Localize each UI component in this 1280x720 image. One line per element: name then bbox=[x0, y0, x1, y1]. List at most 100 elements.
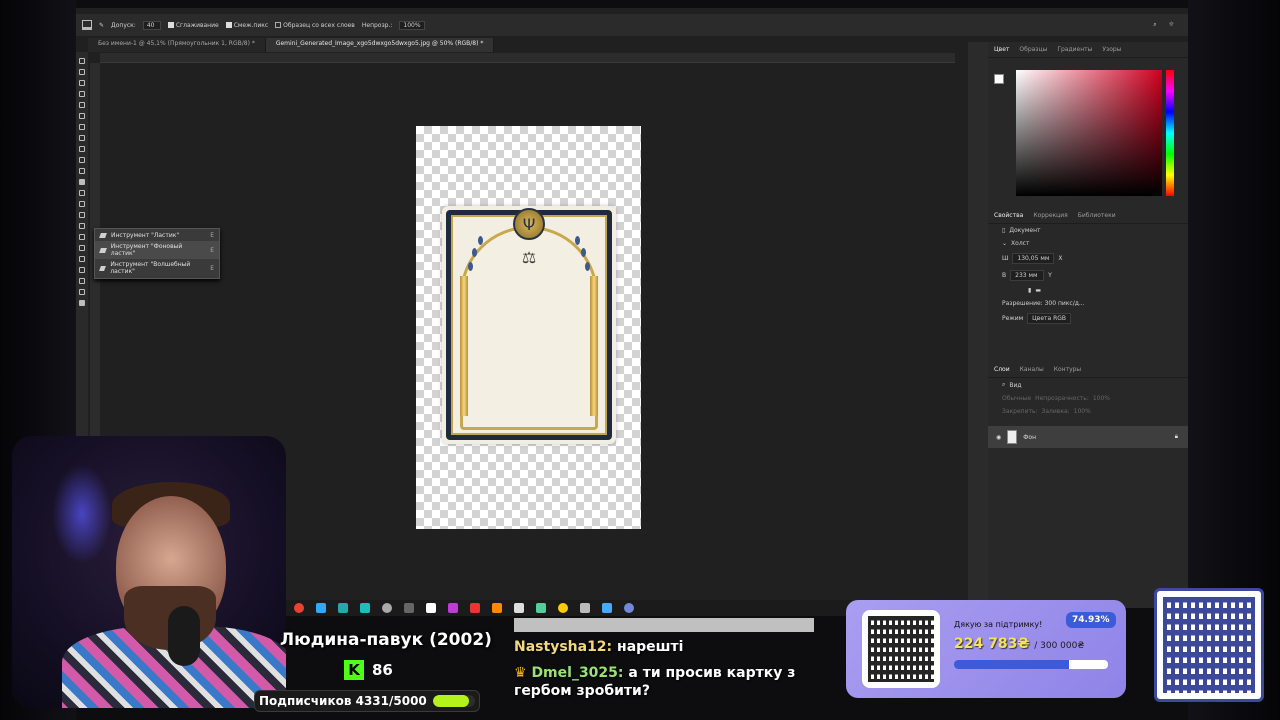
opacity-input[interactable]: 100% bbox=[399, 20, 425, 30]
zoom-tool-icon[interactable] bbox=[79, 278, 85, 284]
antialias-checkbox[interactable]: Сглаживание bbox=[167, 22, 219, 29]
landscape-icon[interactable]: ▬ bbox=[1035, 287, 1041, 294]
layer-row-background[interactable]: ◉ Фон 🔒︎ bbox=[988, 426, 1188, 448]
laurel-leaf bbox=[575, 236, 580, 245]
menu-item-background-eraser[interactable]: Инструмент "Фоновый ластик" E bbox=[95, 241, 219, 259]
laurel-leaf bbox=[585, 262, 590, 271]
app-icon[interactable] bbox=[448, 603, 458, 613]
home-icon[interactable] bbox=[82, 20, 92, 30]
brush-tool-icon[interactable] bbox=[79, 146, 85, 152]
history-brush-tool-icon[interactable] bbox=[79, 168, 85, 174]
app-icon[interactable] bbox=[536, 603, 546, 613]
subscriber-progress-fill bbox=[432, 695, 470, 707]
app-icon[interactable] bbox=[492, 603, 502, 613]
chat-text: нарешті bbox=[617, 639, 684, 655]
type-tool-icon[interactable] bbox=[79, 234, 85, 240]
discord-icon[interactable] bbox=[624, 603, 634, 613]
canvas-section[interactable]: ⌄ Холст bbox=[988, 237, 1188, 250]
certificate-image: Ψ ⚖ bbox=[442, 206, 616, 444]
edit-toolbar-icon[interactable] bbox=[79, 289, 85, 295]
tab-layers[interactable]: Слои bbox=[994, 366, 1010, 373]
tolerance-label: Допуск: bbox=[111, 21, 136, 29]
tab-libraries[interactable]: Библиотеки bbox=[1078, 212, 1116, 219]
chat-cutoff-message bbox=[514, 618, 814, 632]
photoshop-icon[interactable] bbox=[316, 603, 326, 613]
laurel-leaf bbox=[468, 262, 473, 271]
eraser-tool-icon[interactable]: ✎ bbox=[99, 22, 104, 29]
eye-icon[interactable]: ◉ bbox=[996, 434, 1001, 441]
portrait-icon[interactable]: ▮ bbox=[1028, 287, 1031, 294]
crop-tool-icon[interactable] bbox=[79, 102, 85, 108]
width-field[interactable]: 130,05 мм bbox=[1012, 253, 1055, 264]
eyedropper-tool-icon[interactable] bbox=[79, 124, 85, 130]
tolerance-input[interactable]: 40 bbox=[142, 20, 161, 30]
app-icon[interactable] bbox=[514, 603, 524, 613]
magic-eraser-icon bbox=[99, 265, 107, 271]
path-select-tool-icon[interactable] bbox=[79, 245, 85, 251]
donation-progress-fill bbox=[954, 660, 1070, 669]
workspace-icon[interactable]: ☼ bbox=[1169, 21, 1174, 29]
layer-kind-filter[interactable]: Вид bbox=[1009, 382, 1021, 389]
tab-paths[interactable]: Контуры bbox=[1054, 366, 1081, 373]
tab-gradients[interactable]: Градиенты bbox=[1057, 46, 1092, 53]
app-icon[interactable] bbox=[602, 603, 612, 613]
chevron-down-icon: ⌄ bbox=[1002, 240, 1008, 247]
tools-panel bbox=[76, 52, 88, 472]
contiguous-checkbox[interactable]: Смеж.пикс bbox=[225, 22, 268, 29]
laurel-leaf bbox=[581, 248, 586, 257]
donation-amount: 224 783₴ / 300 000₴ bbox=[954, 636, 1085, 652]
search-icon[interactable]: ⌕ bbox=[1153, 21, 1156, 29]
dodge-tool-icon[interactable] bbox=[79, 212, 85, 218]
hand-tool-icon[interactable] bbox=[79, 267, 85, 273]
color-field[interactable] bbox=[1016, 70, 1162, 196]
chrome-icon[interactable] bbox=[294, 603, 304, 613]
tab-patterns[interactable]: Узоры bbox=[1102, 46, 1121, 53]
subscriber-goal: Подписчиков 4331/5000 bbox=[254, 690, 480, 712]
foreground-swatch[interactable] bbox=[994, 74, 1004, 84]
tab-untitled[interactable]: Без имени-1 @ 45,1% (Прямоугольник 1, RG… bbox=[88, 38, 266, 52]
stamp-tool-icon[interactable] bbox=[79, 157, 85, 163]
move-tool-icon[interactable] bbox=[79, 58, 85, 64]
background-light bbox=[52, 464, 112, 564]
app-icon[interactable] bbox=[338, 603, 348, 613]
hue-slider[interactable] bbox=[1166, 70, 1174, 196]
app-icon[interactable] bbox=[580, 603, 590, 613]
sample-all-layers-checkbox[interactable]: Образец со всех слоев bbox=[275, 22, 355, 29]
mode-select[interactable]: Цвета RGB bbox=[1027, 313, 1072, 324]
tab-swatches[interactable]: Образцы bbox=[1019, 46, 1047, 53]
microphone bbox=[168, 606, 200, 666]
app-icon[interactable] bbox=[404, 603, 414, 613]
document-canvas[interactable]: Ψ ⚖ bbox=[416, 126, 641, 529]
subscriber-progress bbox=[432, 695, 475, 707]
trident-emblem-icon: Ψ bbox=[513, 208, 545, 240]
tab-color[interactable]: Цвет bbox=[994, 46, 1009, 53]
quick-select-tool-icon[interactable] bbox=[79, 91, 85, 97]
pen-tool-icon[interactable] bbox=[79, 223, 85, 229]
blend-mode-select[interactable]: Обычные bbox=[1002, 395, 1031, 402]
blend-row: Обычные Непрозрачность: 100% bbox=[1002, 395, 1110, 402]
blur-tool-icon[interactable] bbox=[79, 201, 85, 207]
shape-tool-icon[interactable] bbox=[79, 256, 85, 262]
marquee-tool-icon[interactable] bbox=[79, 69, 85, 75]
eraser-tool-icon[interactable] bbox=[79, 179, 85, 185]
tab-adjustments[interactable]: Коррекция bbox=[1033, 212, 1067, 219]
stream-title: Людина-павук (2002) bbox=[280, 630, 492, 650]
eraser-icon bbox=[99, 233, 107, 238]
app-icon[interactable] bbox=[426, 603, 436, 613]
healing-tool-icon[interactable] bbox=[79, 135, 85, 141]
menu-item-magic-eraser[interactable]: Инструмент "Волшебный ластик" E bbox=[95, 259, 219, 277]
tab-channels[interactable]: Каналы bbox=[1020, 366, 1044, 373]
foreground-color-swatch[interactable] bbox=[79, 300, 85, 306]
height-field[interactable]: 233 мм bbox=[1010, 270, 1045, 281]
frame-tool-icon[interactable] bbox=[79, 113, 85, 119]
donation-percent-badge: 74.93% bbox=[1066, 612, 1116, 628]
app-icon[interactable] bbox=[558, 603, 568, 613]
lasso-tool-icon[interactable] bbox=[79, 80, 85, 86]
tab-properties[interactable]: Свойства bbox=[994, 212, 1023, 219]
app-icon[interactable] bbox=[470, 603, 480, 613]
tab-gemini-image[interactable]: Gemini_Generated_Image_xgo5dwxgo5dwxgo5.… bbox=[265, 38, 495, 52]
app-icon[interactable] bbox=[382, 603, 392, 613]
gradient-tool-icon[interactable] bbox=[79, 190, 85, 196]
app-icon[interactable] bbox=[360, 603, 370, 613]
menu-item-eraser[interactable]: Инструмент "Ластик" E bbox=[95, 230, 219, 241]
